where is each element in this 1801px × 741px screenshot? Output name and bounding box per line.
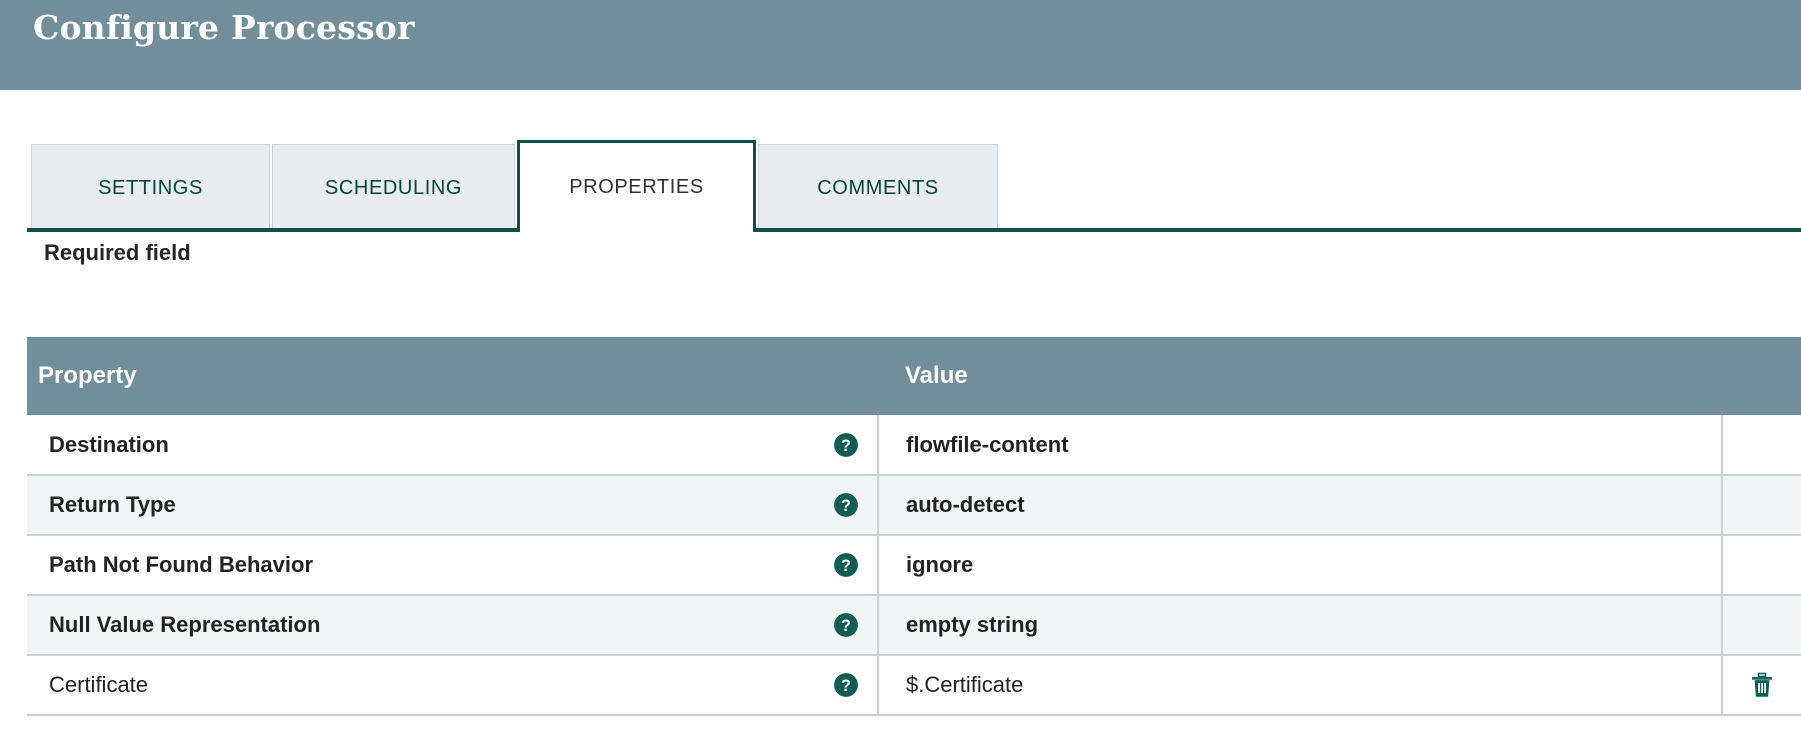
property-name-label: Path Not Found Behavior [49,552,313,577]
property-name-cell: Return Type? [27,475,879,536]
column-header-actions [1722,337,1801,415]
table-row: Certificate? $.Certificate [27,655,1801,716]
page-title: Configure Processor [33,8,415,47]
properties-table: Property Value Destination? flowfile-cont… [27,337,1801,716]
row-actions-cell [1722,475,1801,536]
table-row: Destination? flowfile-content [27,415,1801,476]
property-value-cell[interactable]: flowfile-content [878,415,1723,476]
svg-text:?: ? [841,497,851,515]
properties-table-header: Property Value [27,337,1801,415]
svg-text:?: ? [841,557,851,575]
column-header-value: Value [878,337,1722,415]
help-circle-icon[interactable]: ? [833,672,859,698]
property-value-cell[interactable]: auto-detect [878,475,1723,536]
svg-text:?: ? [841,436,851,454]
help-circle-icon[interactable]: ? [833,612,859,638]
tab-scheduling[interactable]: SCHEDULING [272,144,515,232]
row-actions-cell [1722,655,1801,716]
property-name-label: Null Value Representation [49,612,321,637]
tab-settings[interactable]: SETTINGS [31,144,270,232]
property-name-cell: Null Value Representation? [27,595,879,656]
help-circle-icon[interactable]: ? [833,552,859,578]
tab-label: SETTINGS [98,177,203,199]
tab-label: SCHEDULING [324,177,463,199]
tab-underline [27,228,1801,232]
tab-label: PROPERTIES [569,176,704,198]
required-field-caption: Required field [44,240,191,265]
tab-label: COMMENTS [817,177,939,199]
table-row: Null Value Representation? empty string [27,595,1801,656]
svg-text:?: ? [841,677,851,695]
trash-icon[interactable] [1750,672,1774,699]
property-name-cell: Destination? [27,415,879,476]
help-circle-icon[interactable]: ? [833,432,859,458]
help-circle-icon[interactable]: ? [833,492,859,518]
table-row: Path Not Found Behavior? ignore [27,535,1801,596]
row-actions-cell [1722,595,1801,656]
column-header-property: Property [27,337,878,415]
dialog-header: Configure Processor [0,0,1801,90]
table-header-row: Property Value [27,337,1801,415]
property-name-label: Return Type [49,492,176,517]
property-value-cell[interactable]: empty string [878,595,1723,656]
tab-properties[interactable]: PROPERTIES [517,140,756,232]
property-value-cell[interactable]: ignore [878,535,1723,596]
table-row: Return Type? auto-detect [27,475,1801,536]
property-name-cell: Path Not Found Behavior? [27,535,879,596]
property-name-cell: Certificate? [27,655,879,716]
row-actions-cell [1722,535,1801,596]
tab-comments[interactable]: COMMENTS [758,144,998,232]
property-value-cell[interactable]: $.Certificate [878,655,1723,716]
properties-table-body: Destination? flowfile-content Return Type?… [27,415,1801,716]
svg-text:?: ? [841,617,851,635]
property-name-label: Certificate [49,672,149,697]
property-name-label: Destination [49,431,169,457]
tab-strip: SETTINGS SCHEDULING PROPERTIES COMMENTS [0,140,1801,232]
row-actions-cell [1722,415,1801,476]
